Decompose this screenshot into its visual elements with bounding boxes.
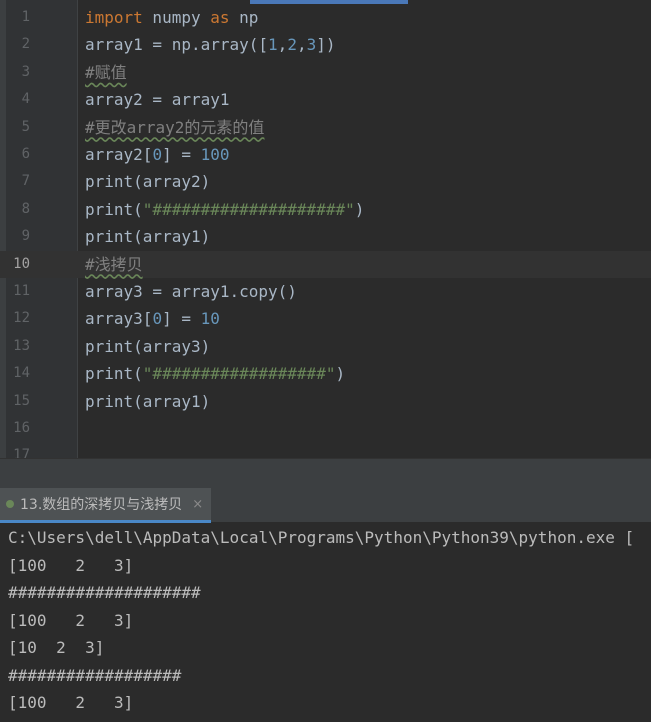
run-tab-title: 13.数组的深拷贝与浅拷贝	[20, 497, 183, 513]
code-line[interactable]: 13 print(array3)	[0, 333, 651, 360]
code-text: array2 = array1	[85, 90, 230, 110]
code-line[interactable]: 5 #更改array2的元素的值	[0, 114, 651, 141]
line-number: 17	[13, 447, 30, 458]
line-number: 10	[13, 255, 30, 272]
code-text: #浅拷贝	[85, 254, 143, 274]
line-number: 7	[21, 173, 30, 190]
line-number: 1	[21, 9, 30, 25]
code-line[interactable]: 9 print(array1)	[0, 223, 651, 250]
code-text: print("##################")	[85, 364, 346, 384]
line-number: 11	[13, 283, 30, 299]
code-editor[interactable]: 1 import numpy as np 2 array1 = np.array([1…	[0, 0, 651, 458]
console-line: [100 2 3]	[8, 610, 134, 630]
close-icon[interactable]: ×	[192, 497, 203, 512]
line-number: 6	[21, 146, 30, 162]
code-text: print(array1)	[85, 227, 211, 247]
console-line: ##################	[8, 665, 182, 685]
code-text: #更改array2的元素的值	[85, 117, 265, 137]
code-text: print(array3)	[85, 336, 211, 356]
code-line[interactable]: 15 print(array1)	[0, 388, 651, 415]
line-number: 16	[13, 420, 30, 436]
console-line: [100 2 3]	[8, 693, 134, 712]
code-text: array2[0] = 100	[85, 145, 230, 164]
code-line[interactable]: 2 array1 = np.array([1,2,3])	[0, 31, 651, 58]
code-line[interactable]: 4 array2 = array1	[0, 86, 651, 113]
code-text: print(array1)	[85, 391, 211, 411]
code-text: #赋值	[85, 62, 127, 82]
console-line: C:\Users\dell\AppData\Local\Programs\Pyt…	[8, 528, 635, 547]
line-number: 2	[21, 36, 30, 53]
code-text: print("####################")	[85, 199, 365, 219]
code-line[interactable]: 8 print("####################")	[0, 196, 651, 223]
line-number: 15	[13, 392, 30, 409]
code-text: print(array2)	[85, 172, 211, 192]
line-number: 14	[13, 365, 30, 382]
code-line[interactable]: 10 #浅拷贝	[0, 250, 651, 278]
console-line: [10 2 3]	[8, 638, 105, 657]
console-line: [100 2 3]	[8, 555, 134, 575]
code-line[interactable]: 6 array2[0] = 100	[0, 141, 651, 168]
python-run-icon	[6, 500, 14, 508]
code-line[interactable]: 1 import numpy as np	[0, 4, 651, 31]
code-line[interactable]: 16	[0, 415, 651, 442]
code-text: array3[0] = 10	[85, 309, 220, 329]
code-text: array1 = np.array([1,2,3])	[85, 35, 336, 55]
run-tab-bar: 13.数组的深拷贝与浅拷贝 ×	[0, 488, 651, 523]
line-number: 5	[21, 118, 30, 135]
line-number: 9	[21, 228, 30, 245]
run-console[interactable]: C:\Users\dell\AppData\Local\Programs\Pyt…	[0, 523, 651, 722]
code-line[interactable]: 11 array3 = array1.copy()	[0, 278, 651, 305]
line-number: 12	[13, 310, 30, 327]
code-line[interactable]: 3 #赋值	[0, 59, 651, 86]
line-number: 4	[21, 91, 30, 108]
code-text: import numpy as np	[85, 8, 259, 27]
panel-divider[interactable]	[0, 458, 651, 489]
code-line[interactable]: 7 print(array2)	[0, 168, 651, 195]
line-number: 8	[21, 200, 30, 217]
console-line: ####################	[8, 583, 201, 602]
code-text: array3 = array1.copy()	[85, 282, 297, 301]
run-tab[interactable]: 13.数组的深拷贝与浅拷贝 ×	[0, 488, 212, 523]
line-number: 13	[13, 337, 30, 354]
code-line[interactable]: 12 array3[0] = 10	[0, 305, 651, 332]
code-line[interactable]: 17	[0, 442, 651, 458]
code-line[interactable]: 14 print("##################")	[0, 360, 651, 387]
line-number: 3	[21, 63, 30, 80]
